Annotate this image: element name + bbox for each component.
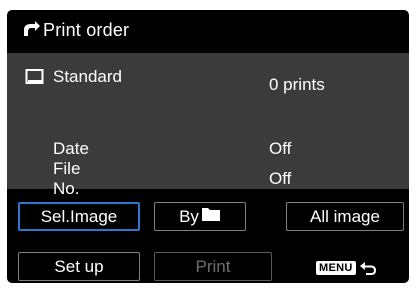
set-up-label: Set up: [54, 256, 104, 276]
title-bar: Print order: [7, 10, 409, 50]
set-up-button[interactable]: Set up: [18, 252, 140, 281]
menu-return-control[interactable]: MENU: [316, 260, 377, 276]
sel-image-button[interactable]: Sel.Image: [18, 202, 140, 231]
all-image-label: All image: [310, 206, 380, 226]
print-type-row[interactable]: Standard: [25, 65, 122, 89]
printer-icon: [21, 20, 41, 40]
standard-print-icon: [25, 67, 45, 87]
print-type-label: Standard: [53, 67, 122, 86]
date-label: Date: [53, 139, 89, 158]
by-folder-button[interactable]: By: [154, 202, 246, 231]
print-count: 0 prints: [269, 75, 325, 94]
sel-image-label: Sel.Image: [40, 206, 118, 226]
all-image-button[interactable]: All image: [286, 202, 404, 231]
file-no-label: File No.: [53, 159, 81, 198]
camera-menu-screen: Print order Standard 0 prints Date Off F…: [7, 10, 409, 283]
menu-badge: MENU: [316, 261, 356, 275]
print-label: Print: [195, 256, 231, 276]
file-no-value: Off: [269, 169, 292, 188]
return-icon: [359, 260, 377, 276]
date-value: Off: [269, 139, 292, 158]
page-title: Print order: [43, 19, 130, 40]
by-folder-label: By: [179, 206, 199, 226]
print-button[interactable]: Print: [154, 252, 272, 281]
folder-icon: [201, 206, 221, 227]
print-settings-panel: Standard 0 prints Date Off File No. Off: [7, 53, 409, 198]
